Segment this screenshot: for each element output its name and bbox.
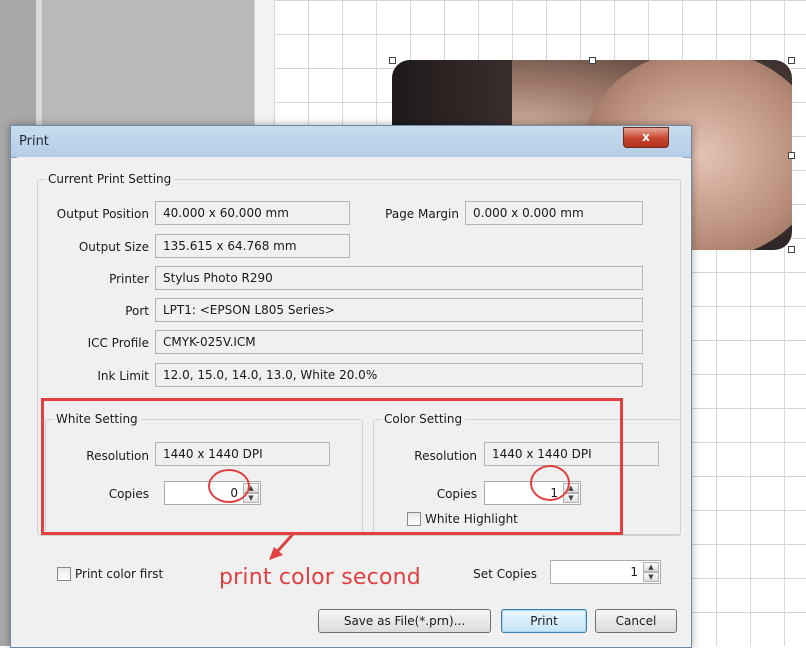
print-color-first-checkbox[interactable]: Print color first — [57, 567, 163, 581]
cancel-button[interactable]: Cancel — [595, 609, 677, 633]
selection-handle[interactable] — [788, 246, 795, 253]
print-color-first-label: Print color first — [75, 567, 164, 581]
spin-down-icon[interactable]: ▼ — [643, 572, 659, 582]
page-margin-label: Page Margin — [385, 207, 459, 221]
print-button[interactable]: Print — [501, 609, 587, 633]
selection-handle[interactable] — [788, 57, 795, 64]
ink-limit-label: Ink Limit — [97, 369, 149, 383]
icc-profile-label: ICC Profile — [87, 336, 149, 350]
page-margin-field: 0.000 x 0.000 mm — [465, 201, 643, 225]
set-copies-label: Set Copies — [473, 567, 537, 581]
set-copies-value: 1 — [630, 565, 638, 579]
dialog-title: Print — [19, 134, 49, 149]
save-as-file-button[interactable]: Save as File(*.prn)... — [318, 609, 491, 633]
spin-up-icon[interactable]: ▲ — [643, 562, 659, 572]
selection-handle[interactable] — [589, 57, 596, 64]
set-copies-stepper[interactable]: 1 ▲ ▼ — [550, 560, 661, 584]
group-label: Current Print Setting — [45, 172, 175, 186]
checkbox-box[interactable] — [57, 567, 71, 581]
dialog-titlebar[interactable]: Print x — [11, 126, 691, 158]
selection-handle[interactable] — [788, 152, 795, 159]
output-position-label: Output Position — [56, 207, 149, 221]
port-field: LPT1: <EPSON L805 Series> — [155, 298, 643, 322]
close-icon: x — [642, 130, 650, 144]
icc-profile-field: CMYK-025V.ICM — [155, 330, 643, 354]
annotation-arrow — [269, 532, 295, 560]
spin-buttons: ▲ ▼ — [643, 562, 659, 582]
output-position-field: 40.000 x 60.000 mm — [155, 201, 350, 225]
printer-field: Stylus Photo R290 — [155, 266, 643, 290]
close-button[interactable]: x — [623, 127, 669, 148]
output-size-field: 135.615 x 64.768 mm — [155, 234, 350, 258]
annotation-circle — [208, 469, 250, 503]
selection-handle[interactable] — [389, 57, 396, 64]
annotation-circle — [530, 465, 570, 501]
output-size-label: Output Size — [78, 240, 149, 254]
port-label: Port — [125, 304, 149, 318]
ink-limit-field: 12.0, 15.0, 14.0, 13.0, White 20.0% — [155, 363, 643, 387]
annotation-text: print color second — [219, 565, 421, 590]
annotation-highlight-box — [41, 398, 623, 535]
printer-label: Printer — [109, 272, 149, 286]
